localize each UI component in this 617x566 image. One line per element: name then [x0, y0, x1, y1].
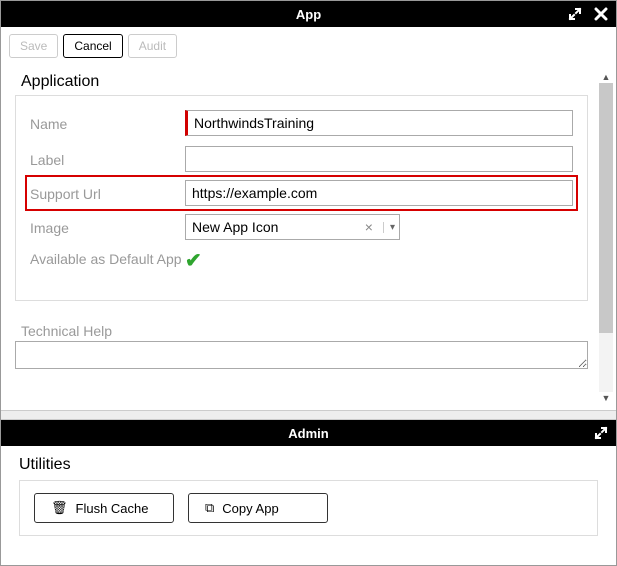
combo-image-text: New App Icon — [192, 219, 355, 235]
combo-clear-icon[interactable]: × — [361, 219, 377, 235]
row-name: Name — [30, 108, 573, 138]
input-support-url[interactable] — [185, 180, 573, 206]
flush-cache-label: Flush Cache — [76, 501, 149, 516]
copy-icon: ⧉ — [205, 500, 214, 516]
admin-titlebar: Admin — [1, 420, 616, 446]
form-scroll-region: Application Name Label Support Url Image — [1, 65, 616, 410]
audit-button[interactable]: Audit — [128, 34, 177, 58]
copy-app-button[interactable]: ⧉ Copy App — [188, 493, 328, 523]
close-icon[interactable] — [594, 7, 608, 21]
chevron-down-icon[interactable]: ▾ — [383, 222, 395, 233]
app-title: App — [296, 7, 321, 22]
section-divider — [1, 410, 616, 420]
utilities-title: Utilities — [19, 456, 598, 474]
scroll-thumb[interactable] — [599, 83, 613, 333]
titlebar-actions — [568, 1, 608, 27]
expand-icon[interactable] — [568, 7, 582, 21]
row-support-url: Support Url — [27, 177, 576, 209]
expand-icon[interactable] — [594, 426, 608, 440]
combo-image[interactable]: New App Icon × ▾ — [185, 214, 400, 240]
trash-icon: 🗑 — [51, 500, 68, 516]
cancel-button[interactable]: Cancel — [63, 34, 122, 58]
input-label[interactable] — [185, 146, 573, 172]
admin-section: Admin Utilities 🗑 Flush Cache ⧉ Copy App — [1, 420, 616, 554]
input-name[interactable] — [185, 110, 573, 136]
label-name: Name — [30, 114, 185, 132]
checkmark-icon[interactable]: ✔ — [185, 250, 202, 272]
row-label: Label — [30, 144, 573, 174]
scroll-down-icon[interactable]: ▼ — [599, 392, 613, 404]
row-image: Image New App Icon × ▾ — [30, 212, 573, 242]
copy-app-label: Copy App — [222, 501, 278, 516]
label-label: Label — [30, 150, 185, 168]
label-default-app: Available as Default App — [30, 248, 185, 268]
label-image: Image — [30, 218, 185, 236]
action-toolbar: Save Cancel Audit — [1, 27, 616, 65]
save-button[interactable]: Save — [9, 34, 58, 58]
row-default-app: Available as Default App ✔ — [30, 248, 573, 278]
label-support-url: Support Url — [30, 184, 185, 202]
flush-cache-button[interactable]: 🗑 Flush Cache — [34, 493, 174, 523]
application-panel: Name Label Support Url Image New App Ico… — [15, 95, 588, 301]
admin-title: Admin — [288, 426, 328, 441]
app-titlebar: App — [1, 1, 616, 27]
technical-help-label: Technical Help — [21, 323, 602, 339]
utilities-panel: 🗑 Flush Cache ⧉ Copy App — [19, 480, 598, 536]
application-section-title: Application — [21, 73, 602, 91]
scroll-up-icon[interactable]: ▲ — [599, 71, 613, 83]
technical-help-textarea[interactable] — [15, 341, 588, 369]
vertical-scrollbar[interactable]: ▲ ▼ — [599, 71, 613, 404]
